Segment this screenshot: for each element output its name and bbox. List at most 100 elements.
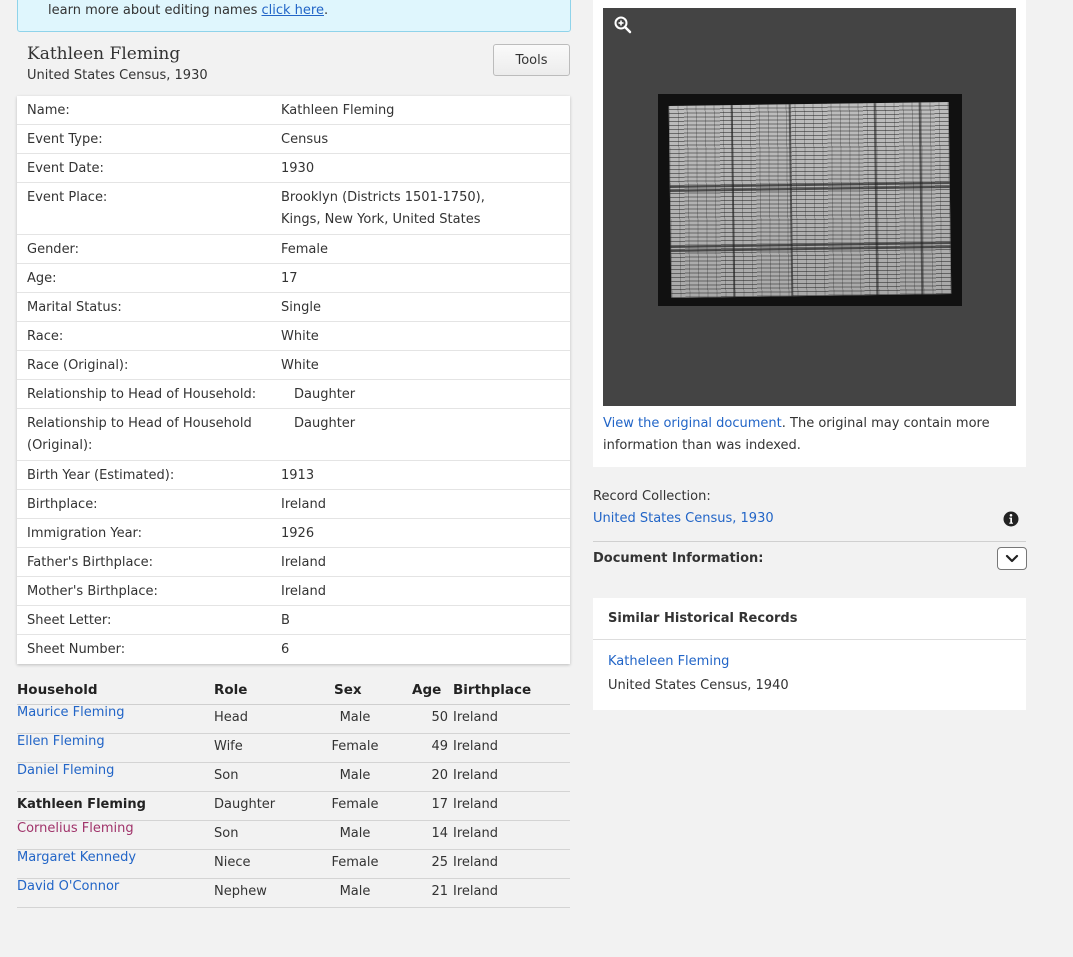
detail-value: Ireland — [281, 555, 326, 570]
record-collection-label: Record Collection: — [593, 489, 711, 504]
view-original-link[interactable]: View the original document — [603, 416, 782, 431]
household-role: Nephew — [214, 884, 267, 899]
detail-label: Relationship to Head of Household: — [27, 387, 257, 402]
detail-label: Relationship to Head of Household — [27, 416, 252, 431]
detail-value: Daughter — [294, 416, 356, 431]
household-sex: Male — [339, 768, 371, 783]
detail-label: Event Type: — [27, 132, 103, 147]
similar-records-title: Similar Historical Records — [608, 611, 798, 626]
detail-row: Event Place: Brooklyn (Districts 1501-175… — [17, 183, 570, 235]
detail-label: Marital Status: — [27, 300, 122, 315]
household-age: 17 — [431, 797, 448, 812]
household-birthplace: Ireland — [453, 768, 498, 783]
detail-label: Race (Original): — [27, 358, 129, 373]
detail-value: Daughter — [294, 387, 356, 402]
household-row: Maurice Fleming Head Male 50 Ireland — [17, 705, 570, 734]
household-role: Son — [214, 826, 239, 841]
household-member-link[interactable]: Margaret Kennedy — [17, 850, 136, 865]
detail-value-continued: Kings, New York, United States — [281, 212, 481, 227]
detail-row: Relationship to Head of Household: Daught… — [17, 380, 570, 409]
detail-value: 1913 — [281, 468, 315, 483]
role-header: Role — [214, 682, 248, 698]
household-birthplace: Ireland — [453, 884, 498, 899]
household-role: Son — [214, 768, 239, 783]
detail-label: Mother's Birthplace: — [27, 584, 158, 599]
detail-value: B — [281, 613, 290, 628]
household-member-link[interactable]: Maurice Fleming — [17, 705, 125, 720]
household-member-link[interactable]: Ellen Fleming — [17, 734, 105, 749]
detail-value: 1926 — [281, 526, 315, 541]
household-sex: Male — [339, 884, 371, 899]
detail-value: 1930 — [281, 161, 315, 176]
household-sex: Male — [339, 826, 371, 841]
detail-value: White — [281, 358, 319, 373]
detail-label: Father's Birthplace: — [27, 555, 153, 570]
detail-row: Relationship to Head of Household (Origin… — [17, 409, 570, 461]
household-birthplace: Ireland — [453, 739, 498, 754]
household-row: Kathleen Fleming Daughter Female 17 Ireland — [17, 792, 570, 821]
similar-records-card: Similar Historical Records Katheleen Fle… — [593, 598, 1026, 710]
record-details-table: Name: Kathleen Fleming Event Type: Census Ev… — [17, 96, 570, 664]
detail-row: Gender: Female — [17, 235, 570, 264]
detail-value: Brooklyn (Districts 1501-1750), — [281, 190, 485, 205]
birthplace-header: Birthplace — [453, 682, 532, 698]
household-sex: Female — [331, 739, 379, 754]
household-role: Head — [214, 710, 248, 725]
household-row: Ellen Fleming Wife Female 49 Ireland — [17, 734, 570, 763]
record-collection-link[interactable]: United States Census, 1930 — [593, 511, 774, 526]
similar-record-link[interactable]: Katheleen Fleming — [608, 654, 729, 669]
sex-header: Sex — [334, 682, 362, 698]
view-original-text: View the original document. The original… — [603, 416, 990, 453]
detail-value: 6 — [281, 642, 290, 657]
household-header: Household — [17, 682, 98, 698]
household-member-link[interactable]: Daniel Fleming — [17, 763, 114, 778]
detail-value: Ireland — [281, 584, 326, 599]
detail-row: Race (Original): White — [17, 351, 570, 380]
similar-records-divider — [593, 639, 1026, 640]
tools-button[interactable]: Tools — [493, 44, 570, 76]
household-birthplace: Ireland — [453, 855, 498, 870]
household-age: 21 — [431, 884, 448, 899]
edit-names-banner: learn more about editing names click her… — [17, 0, 571, 32]
zoom-in-icon[interactable] — [613, 15, 633, 35]
banner-click-here-link[interactable]: click here — [262, 3, 324, 18]
document-image-viewer[interactable] — [603, 8, 1016, 406]
banner-text: learn more about editing names click her… — [48, 3, 329, 18]
household-row: Cornelius Fleming Son Male 14 Ireland — [17, 821, 570, 850]
household-sex: Female — [331, 797, 379, 812]
page-right-gutter — [1056, 0, 1073, 957]
household-member-link[interactable]: David O'Connor — [17, 879, 119, 894]
household-member-current: Kathleen Fleming — [17, 797, 146, 812]
document-information-expand-button[interactable] — [997, 547, 1027, 570]
document-information-label: Document Information: — [593, 551, 764, 566]
household-birthplace: Ireland — [453, 826, 498, 841]
household-member-link[interactable]: Cornelius Fleming — [17, 821, 134, 836]
detail-label: Sheet Letter: — [27, 613, 112, 628]
detail-label: Event Date: — [27, 161, 104, 176]
household-age: 14 — [431, 826, 448, 841]
similar-record-collection: United States Census, 1940 — [608, 678, 789, 693]
detail-value: Kathleen Fleming — [281, 103, 395, 118]
household-age: 49 — [431, 739, 448, 754]
household-age: 25 — [431, 855, 448, 870]
detail-label: Birthplace: — [27, 497, 98, 512]
household-row: Daniel Fleming Son Male 20 Ireland — [17, 763, 570, 792]
detail-label: Immigration Year: — [27, 526, 143, 541]
detail-value: Female — [281, 242, 329, 257]
detail-row: Marital Status: Single — [17, 293, 570, 322]
detail-label: Event Place: — [27, 190, 108, 205]
detail-value: Ireland — [281, 497, 326, 512]
record-collection-subtitle: United States Census, 1930 — [27, 68, 208, 83]
collection-divider — [593, 541, 1026, 542]
detail-row: Event Date: 1930 — [17, 154, 570, 183]
detail-value: White — [281, 329, 319, 344]
detail-row: Father's Birthplace: Ireland — [17, 548, 570, 577]
detail-row: Birth Year (Estimated): 1913 — [17, 461, 570, 490]
detail-label-continued: (Original): — [27, 438, 93, 453]
detail-row: Immigration Year: 1926 — [17, 519, 570, 548]
info-icon[interactable] — [1003, 511, 1019, 527]
detail-label: Name: — [27, 103, 70, 118]
detail-row: Mother's Birthplace: Ireland — [17, 577, 570, 606]
household-row: David O'Connor Nephew Male 21 Ireland — [17, 879, 570, 908]
census-document-thumbnail[interactable] — [658, 94, 962, 306]
